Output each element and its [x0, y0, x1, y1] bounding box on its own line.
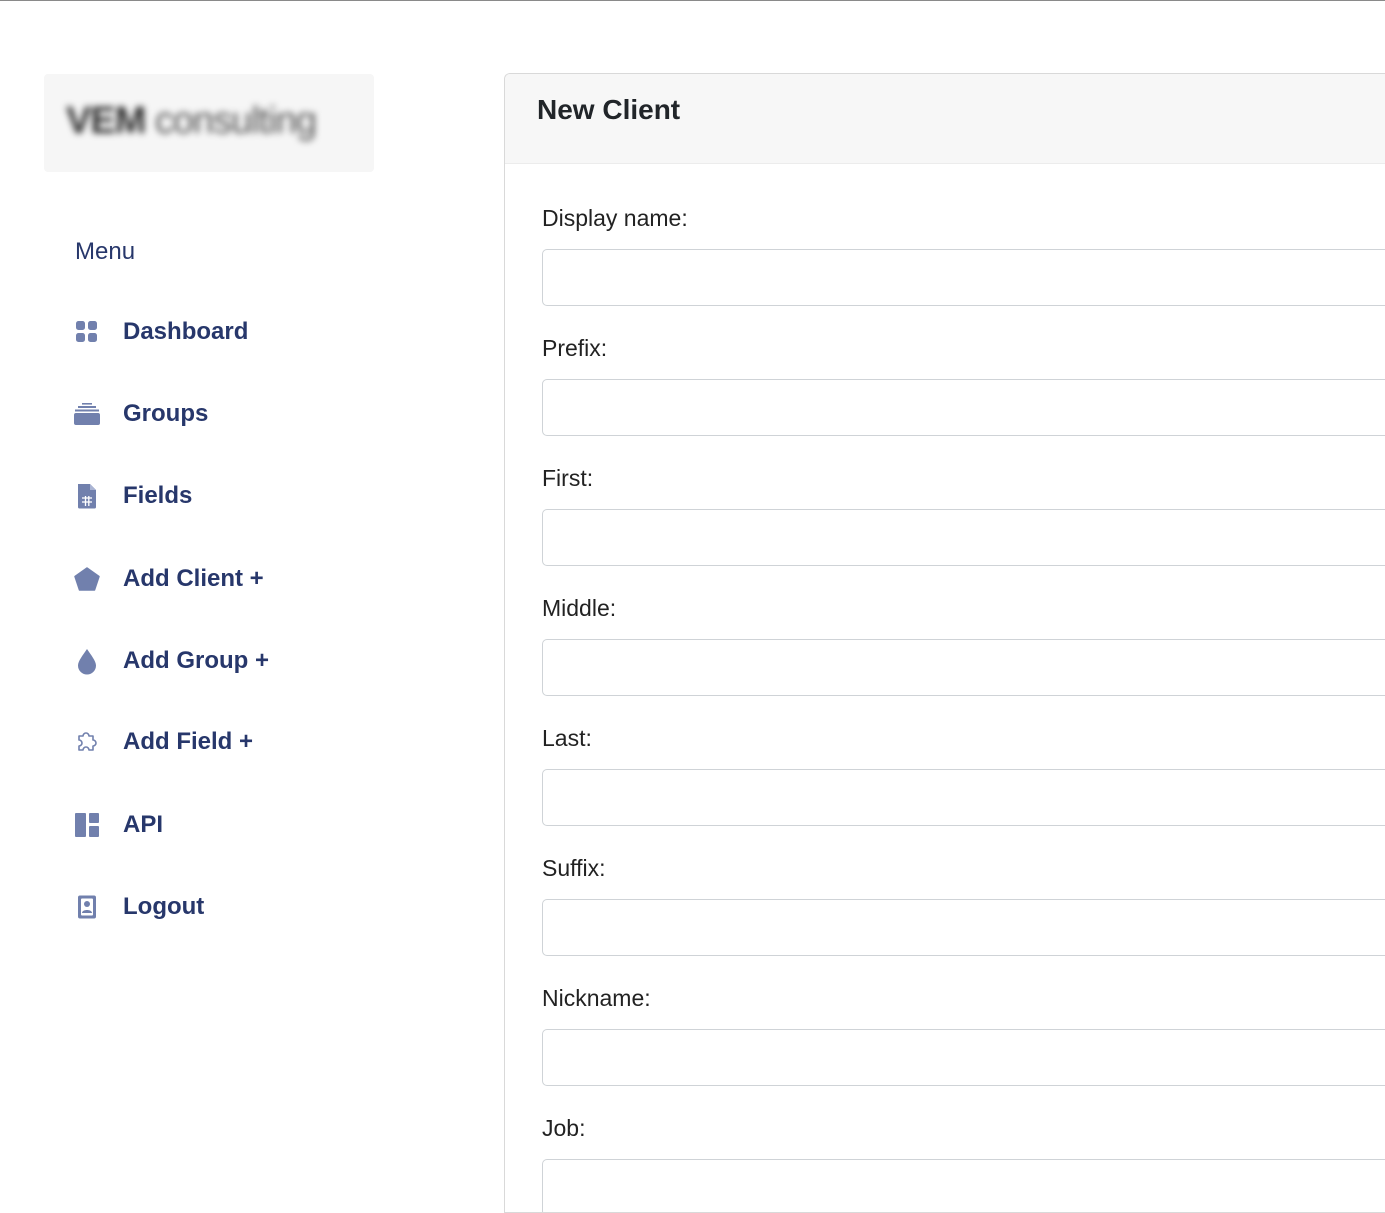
layout-panels-icon — [72, 810, 102, 840]
sidebar-item-label: Dashboard — [123, 318, 249, 345]
card-header: New Client — [505, 74, 1385, 164]
middle-name-input[interactable] — [542, 639, 1385, 696]
job-input[interactable] — [542, 1159, 1385, 1212]
sidebar: VEM consulting Menu Dashboard Groups Fie… — [0, 0, 470, 1208]
suffix-label: Suffix: — [542, 855, 606, 881]
new-client-card: New Client Display name: Prefix: First: … — [504, 73, 1385, 1213]
first-name-input[interactable] — [542, 509, 1385, 566]
contact-badge-icon — [72, 892, 102, 922]
sidebar-item-label: Add Field + — [123, 728, 254, 755]
display-name-input[interactable] — [542, 249, 1385, 306]
display-name-label: Display name: — [542, 205, 688, 231]
menu-heading: Menu — [75, 238, 136, 265]
sidebar-item-logout[interactable]: Logout — [72, 887, 204, 927]
last-name-input[interactable] — [542, 769, 1385, 826]
suffix-input[interactable] — [542, 899, 1385, 956]
job-label: Job: — [542, 1115, 586, 1141]
sidebar-item-groups[interactable]: Groups — [72, 394, 208, 434]
sidebar-item-fields[interactable]: Fields — [72, 476, 192, 516]
prefix-label: Prefix: — [542, 335, 608, 361]
sidebar-item-api[interactable]: API — [72, 805, 163, 845]
sidebar-item-label: Add Group + — [123, 647, 269, 674]
sidebar-item-dashboard[interactable]: Dashboard — [72, 312, 248, 352]
sidebar-item-add-client[interactable]: Add Client + — [72, 559, 264, 599]
pentagon-icon — [72, 564, 102, 594]
prefix-input[interactable] — [542, 379, 1385, 436]
puzzle-icon — [72, 727, 102, 757]
middle-name-label: Middle: — [542, 595, 617, 621]
layers-tray-icon — [72, 399, 102, 429]
logo-text-light: consulting — [154, 100, 317, 142]
nickname-input[interactable] — [542, 1029, 1385, 1086]
sidebar-item-label: Add Client + — [123, 565, 264, 592]
logo-text-bold: VEM — [66, 100, 146, 142]
sidebar-item-add-field[interactable]: Add Field + — [72, 722, 253, 762]
sidebar-item-label: Groups — [123, 400, 209, 427]
page-title: New Client — [537, 93, 681, 125]
document-table-icon — [72, 481, 102, 511]
sidebar-item-label: Fields — [123, 482, 193, 509]
sidebar-item-label: Logout — [123, 893, 205, 920]
sidebar-item-label: API — [123, 811, 164, 838]
nickname-label: Nickname: — [542, 985, 651, 1011]
sidebar-item-add-group[interactable]: Add Group + — [72, 641, 269, 681]
brand-logo[interactable]: VEM consulting — [44, 74, 374, 172]
dashboard-grid-icon — [72, 317, 102, 347]
droplet-icon — [72, 646, 102, 676]
last-name-label: Last: — [542, 725, 592, 751]
first-name-label: First: — [542, 465, 594, 491]
